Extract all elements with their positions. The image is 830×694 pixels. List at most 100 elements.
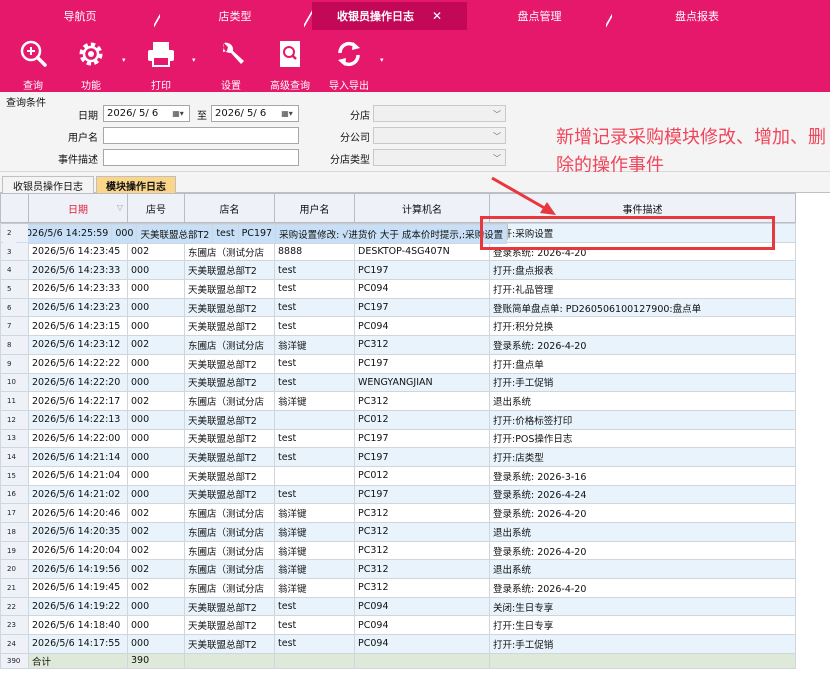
date-cell[interactable]: 2026/5/6 14:23:12 <box>28 335 128 355</box>
company-select[interactable]: ﹀ <box>373 127 506 144</box>
row-number[interactable]: 19 <box>0 540 29 561</box>
chevron-down-icon[interactable]: ▾ <box>192 56 196 64</box>
event-cell[interactable]: 打开:盘点单 <box>489 353 796 374</box>
date-cell[interactable]: 2026/5/6 14:21:14 <box>28 447 128 467</box>
store-no-cell[interactable]: 000 <box>127 372 185 393</box>
row-number[interactable]: 4 <box>0 260 29 281</box>
tab-inventory-management[interactable]: 盘点管理 <box>467 2 618 30</box>
store-no-cell[interactable]: 000 <box>127 297 185 318</box>
computer-cell[interactable]: PC312 <box>354 503 490 523</box>
date-from-picker[interactable]: 2026/ 5/ 6 ▦▾ <box>103 105 190 122</box>
table-row[interactable]: 19 2026/5/6 14:20:04 002 东圃店（测试分店 翁洋键 PC312 登录… <box>0 540 796 561</box>
user-cell[interactable]: test <box>274 596 355 617</box>
event-cell[interactable]: 打开:价格标签打印 <box>489 409 796 430</box>
user-cell[interactable]: 翁洋键 <box>274 559 355 580</box>
user-cell[interactable]: test <box>274 484 355 505</box>
event-cell[interactable]: 登录系统: 2026-4-20 <box>489 335 796 355</box>
event-cell[interactable]: 打开:手工促销 <box>489 372 796 393</box>
table-row[interactable]: 24 2026/5/6 14:17:55 000 天美联盟总部T2 test PC094 打… <box>0 634 796 654</box>
table-row[interactable]: 10 2026/5/6 14:22:20 000 天美联盟总部T2 test WENGYA… <box>0 372 796 393</box>
date-cell[interactable]: 2026/5/6 14:22:20 <box>28 372 128 393</box>
store-no-cell[interactable]: 002 <box>127 503 185 523</box>
user-cell[interactable]: test <box>274 372 355 393</box>
row-number[interactable]: 17 <box>0 503 29 523</box>
table-row[interactable]: 8 2026/5/6 14:23:12 002 东圃店（测试分店 翁洋键 PC312 登录系… <box>0 335 796 355</box>
store-name-cell[interactable]: 天美联盟总部T2 <box>184 260 275 281</box>
store-no-cell[interactable]: 000 <box>127 596 185 617</box>
row-number[interactable]: 2 <box>0 223 29 243</box>
user-cell[interactable]: 8888 <box>274 241 355 262</box>
event-cell[interactable]: 登录系统: 2026-4-24 <box>489 484 796 505</box>
event-cell[interactable]: 打开:礼品管理 <box>489 279 796 299</box>
table-row[interactable]: 11 2026/5/6 14:22:17 002 东圃店（测试分店 翁洋键 PC312 退出… <box>0 391 796 411</box>
user-cell[interactable]: test <box>274 634 355 654</box>
table-row[interactable]: 23 2026/5/6 14:18:40 000 天美联盟总部T2 test PC094 打… <box>0 615 796 636</box>
date-cell[interactable]: 2026/5/6 14:23:23 <box>28 297 128 318</box>
user-cell[interactable]: 翁洋键 <box>274 522 355 542</box>
settings-button[interactable]: 设置 <box>208 30 254 92</box>
store-name-cell[interactable]: 东圃店（测试分店 <box>184 522 275 542</box>
event-cell[interactable]: 退出系统 <box>489 391 796 411</box>
computer-cell[interactable]: WENGYANGJIAN <box>354 372 490 393</box>
computer-cell[interactable]: PC197 <box>237 224 277 244</box>
branch-type-select[interactable]: ﹀ <box>373 149 506 166</box>
store-no-cell[interactable]: 002 <box>127 522 185 542</box>
user-cell[interactable]: 翁洋键 <box>274 391 355 411</box>
store-name-cell[interactable]: 天美联盟总部T2 <box>184 428 275 449</box>
computer-cell[interactable]: PC197 <box>354 428 490 449</box>
tab-cashier-operation-log[interactable]: 收银员操作日志 <box>2 176 94 193</box>
table-row[interactable]: 7 2026/5/6 14:23:15 000 天美联盟总部T2 test PC094 打开… <box>0 316 796 337</box>
table-row[interactable]: 9 2026/5/6 14:22:22 000 天美联盟总部T2 test PC197 打开… <box>0 353 796 374</box>
date-cell[interactable]: 2026/5/6 14:20:35 <box>28 522 128 542</box>
user-cell[interactable]: test <box>274 297 355 318</box>
user-cell[interactable]: test <box>212 224 239 244</box>
computer-cell[interactable]: PC312 <box>354 335 490 355</box>
row-number[interactable]: 24 <box>0 634 29 654</box>
calendar-icon[interactable]: ▦▾ <box>278 107 296 120</box>
store-name-cell[interactable]: 天美联盟总部T2 <box>184 484 275 505</box>
store-name-cell[interactable]: 天美联盟总部T2 <box>184 372 275 393</box>
computer-cell[interactable]: PC197 <box>354 260 490 281</box>
event-cell[interactable]: 打开:盘点报表 <box>489 260 796 281</box>
computer-cell[interactable]: DESKTOP-4SG407N <box>354 241 490 262</box>
store-no-cell[interactable]: 000 <box>127 409 185 430</box>
date-cell[interactable]: 2026/5/6 14:22:00 <box>28 428 128 449</box>
table-row[interactable]: 20 2026/5/6 14:19:56 002 东圃店（测试分店 翁洋键 PC312 退出… <box>0 559 796 580</box>
user-cell[interactable]: test <box>274 316 355 337</box>
user-cell[interactable]: 翁洋键 <box>274 540 355 561</box>
user-cell[interactable]: test <box>274 428 355 449</box>
date-cell[interactable]: 2026/5/6 14:23:33 <box>28 260 128 281</box>
column-header-store-no[interactable]: 店号 <box>127 193 185 223</box>
advanced-search-button[interactable]: 高级查询 <box>265 30 315 92</box>
computer-cell[interactable]: PC197 <box>354 297 490 318</box>
date-cell[interactable]: 2026/5/6 14:20:04 <box>28 540 128 561</box>
store-no-cell[interactable]: 000 <box>127 316 185 337</box>
event-cell[interactable]: 打开:POS操作日志 <box>489 428 796 449</box>
row-number[interactable]: 12 <box>0 409 29 430</box>
store-no-cell[interactable]: 000 <box>111 224 138 244</box>
column-header-user[interactable]: 用户名 <box>274 193 355 223</box>
computer-cell[interactable]: PC312 <box>354 559 490 580</box>
store-name-cell[interactable]: 天美联盟总部T2 <box>184 316 275 337</box>
column-header-computer[interactable]: 计算机名 <box>354 193 490 223</box>
date-cell[interactable]: 2026/5/6 14:25:59 <box>15 224 113 244</box>
store-no-cell[interactable]: 000 <box>127 353 185 374</box>
event-cell[interactable]: 采购设置修改: √进货价 大于 成本价时提示,:采购设置 <box>275 224 508 244</box>
date-cell[interactable]: 2026/5/6 14:23:45 <box>28 241 128 262</box>
store-no-cell[interactable]: 000 <box>127 484 185 505</box>
computer-cell[interactable]: PC197 <box>354 484 490 505</box>
date-cell[interactable]: 2026/5/6 14:19:56 <box>28 559 128 580</box>
event-input[interactable] <box>103 149 299 166</box>
user-cell[interactable] <box>274 465 355 486</box>
chevron-down-icon[interactable]: ▾ <box>380 56 384 64</box>
row-number[interactable]: 13 <box>0 428 29 449</box>
store-no-cell[interactable]: 000 <box>127 634 185 654</box>
computer-cell[interactable]: PC012 <box>354 409 490 430</box>
table-row[interactable]: 5 2026/5/6 14:23:33 000 天美联盟总部T2 test PC094 打开… <box>0 279 796 299</box>
date-cell[interactable]: 2026/5/6 14:19:45 <box>28 578 128 598</box>
store-no-cell[interactable]: 000 <box>127 615 185 636</box>
store-name-cell[interactable]: 天美联盟总部T2 <box>184 409 275 430</box>
event-cell[interactable]: 打开:手工促销 <box>489 634 796 654</box>
user-cell[interactable]: test <box>274 447 355 467</box>
event-cell[interactable]: 登录系统: 2026-4-20 <box>489 578 796 598</box>
